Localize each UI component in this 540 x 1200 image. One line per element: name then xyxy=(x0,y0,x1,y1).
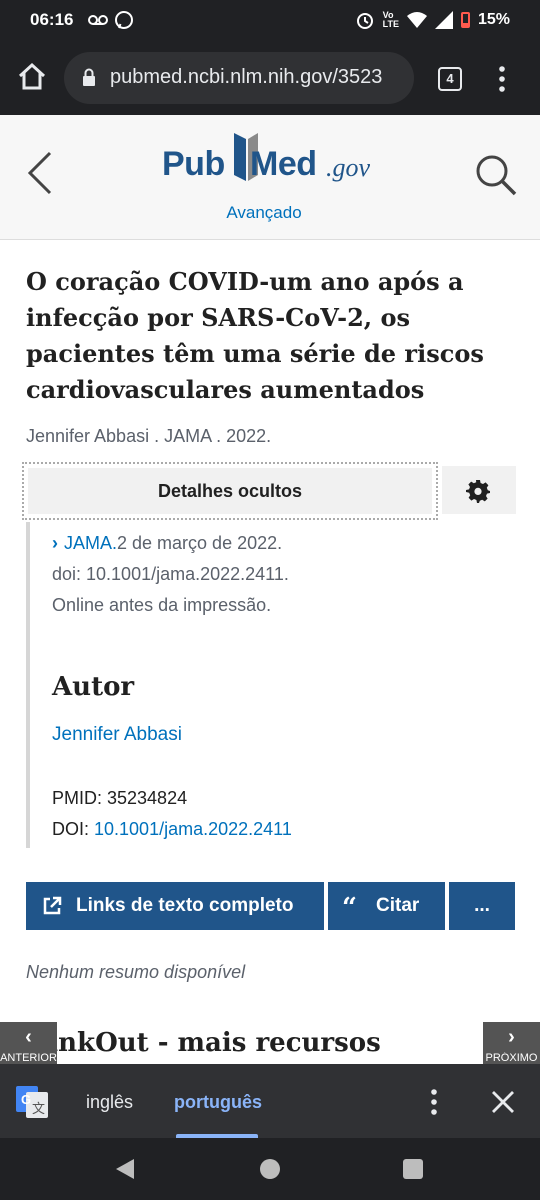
no-abstract-note: Nenhum resumo disponível xyxy=(26,962,246,982)
system-back-icon[interactable] xyxy=(114,1158,136,1180)
chevron-right-icon: › xyxy=(52,533,58,553)
doi-link[interactable]: 10.1001/jama.2022.2411 xyxy=(94,819,292,839)
next-result-button[interactable]: › PRÓXIMO xyxy=(483,1022,540,1064)
doi-label: DOI: xyxy=(52,819,95,839)
alarm-icon xyxy=(356,13,373,29)
display-options-button[interactable] xyxy=(442,466,516,514)
journal-citation: › JAMA.2 de março de 2022. xyxy=(52,528,282,559)
chevron-left-icon: ‹ xyxy=(25,1026,32,1048)
google-translate-icon: G 文 xyxy=(16,1086,48,1118)
authors-heading: Autor xyxy=(52,672,135,702)
gear-icon xyxy=(466,480,490,503)
tab-switcher-button[interactable]: 4 xyxy=(438,67,462,91)
battery-percent: 15% xyxy=(477,11,510,28)
wifi-icon xyxy=(406,12,427,28)
source-language-tab[interactable]: inglês xyxy=(86,1092,133,1113)
article-title: O coração COVID-um ano após a infecção p… xyxy=(26,267,484,404)
details-toggle-wrapper: Detalhes ocultos xyxy=(22,462,438,520)
voicemail-whatsapp-icon xyxy=(88,11,133,29)
translate-bar: G 文 inglês português xyxy=(0,1064,540,1138)
chevron-right-icon: › xyxy=(508,1026,515,1048)
system-navigation-bar xyxy=(0,1138,540,1200)
logo-pub-text: Pub xyxy=(162,145,225,183)
logo-med-text: Med xyxy=(250,145,317,183)
details-panel-rule xyxy=(26,522,30,848)
status-bar: 06:16 Vo LTE 15% xyxy=(0,0,540,40)
signal-icon xyxy=(434,11,453,29)
advanced-search-link[interactable]: Avançado xyxy=(0,203,528,223)
svg-text:文: 文 xyxy=(32,1102,45,1117)
previous-label: ANTERIOR xyxy=(0,1052,57,1064)
pubmed-logo[interactable]: Pub Med .gov xyxy=(162,131,382,201)
status-time: 06:16 xyxy=(30,10,74,29)
battery-icon xyxy=(460,12,470,28)
pmid: PMID: 35234824 xyxy=(52,788,188,808)
external-link-icon xyxy=(43,896,62,915)
cite-button[interactable]: “ Citar xyxy=(328,882,445,930)
target-language-tab[interactable]: português xyxy=(174,1092,262,1113)
search-icon[interactable] xyxy=(474,153,518,197)
previous-result-button[interactable]: ‹ ANTERIOR xyxy=(0,1022,57,1064)
browser-menu-icon[interactable] xyxy=(492,64,512,94)
journal-date: 2 de março de 2022. xyxy=(117,533,283,553)
full-text-links-button[interactable]: Links de texto completo xyxy=(26,882,324,930)
cite-label: Citar xyxy=(376,895,420,916)
next-label: PRÓXIMO xyxy=(485,1052,538,1064)
back-arrow-icon[interactable] xyxy=(26,151,56,195)
browser-toolbar: pubmed.ncbi.nlm.nih.gov/3523 4 xyxy=(0,40,540,115)
svg-text:G: G xyxy=(21,1092,31,1107)
full-text-label: Links de texto completo xyxy=(76,895,294,916)
pubmed-header: Pub Med .gov Avançado xyxy=(0,115,540,240)
author-link[interactable]: Jennifer Abbasi xyxy=(52,724,182,746)
system-home-icon[interactable] xyxy=(260,1159,280,1179)
lock-icon xyxy=(83,68,95,86)
short-citation: Jennifer Abbasi . JAMA . 2022. xyxy=(26,426,272,446)
close-icon[interactable] xyxy=(490,1089,516,1115)
logo-gov-text: .gov xyxy=(326,153,371,182)
journal-link[interactable]: JAMA. xyxy=(64,533,117,553)
doi-text: doi: 10.1001/jama.2022.2411. xyxy=(52,564,289,584)
status-right: Vo LTE 15% xyxy=(355,10,510,30)
translate-menu-icon[interactable] xyxy=(424,1088,444,1116)
details-toggle-button[interactable]: Detalhes ocultos xyxy=(28,468,432,514)
quote-icon: “ xyxy=(342,893,357,923)
volte-icon: Vo LTE xyxy=(382,10,399,29)
linkout-heading: LinkOut - mais recursos xyxy=(30,1028,381,1058)
system-recents-icon[interactable] xyxy=(403,1159,423,1179)
more-actions-button[interactable]: ... xyxy=(449,882,515,930)
url-text: pubmed.ncbi.nlm.nih.gov/3523 xyxy=(110,66,383,88)
address-bar[interactable]: pubmed.ncbi.nlm.nih.gov/3523 xyxy=(64,52,414,104)
epub-note: Online antes da impressão. xyxy=(52,595,272,615)
doi-row: DOI: 10.1001/jama.2022.2411 xyxy=(52,819,292,840)
home-icon[interactable] xyxy=(16,60,48,92)
notification-icons xyxy=(88,9,136,36)
